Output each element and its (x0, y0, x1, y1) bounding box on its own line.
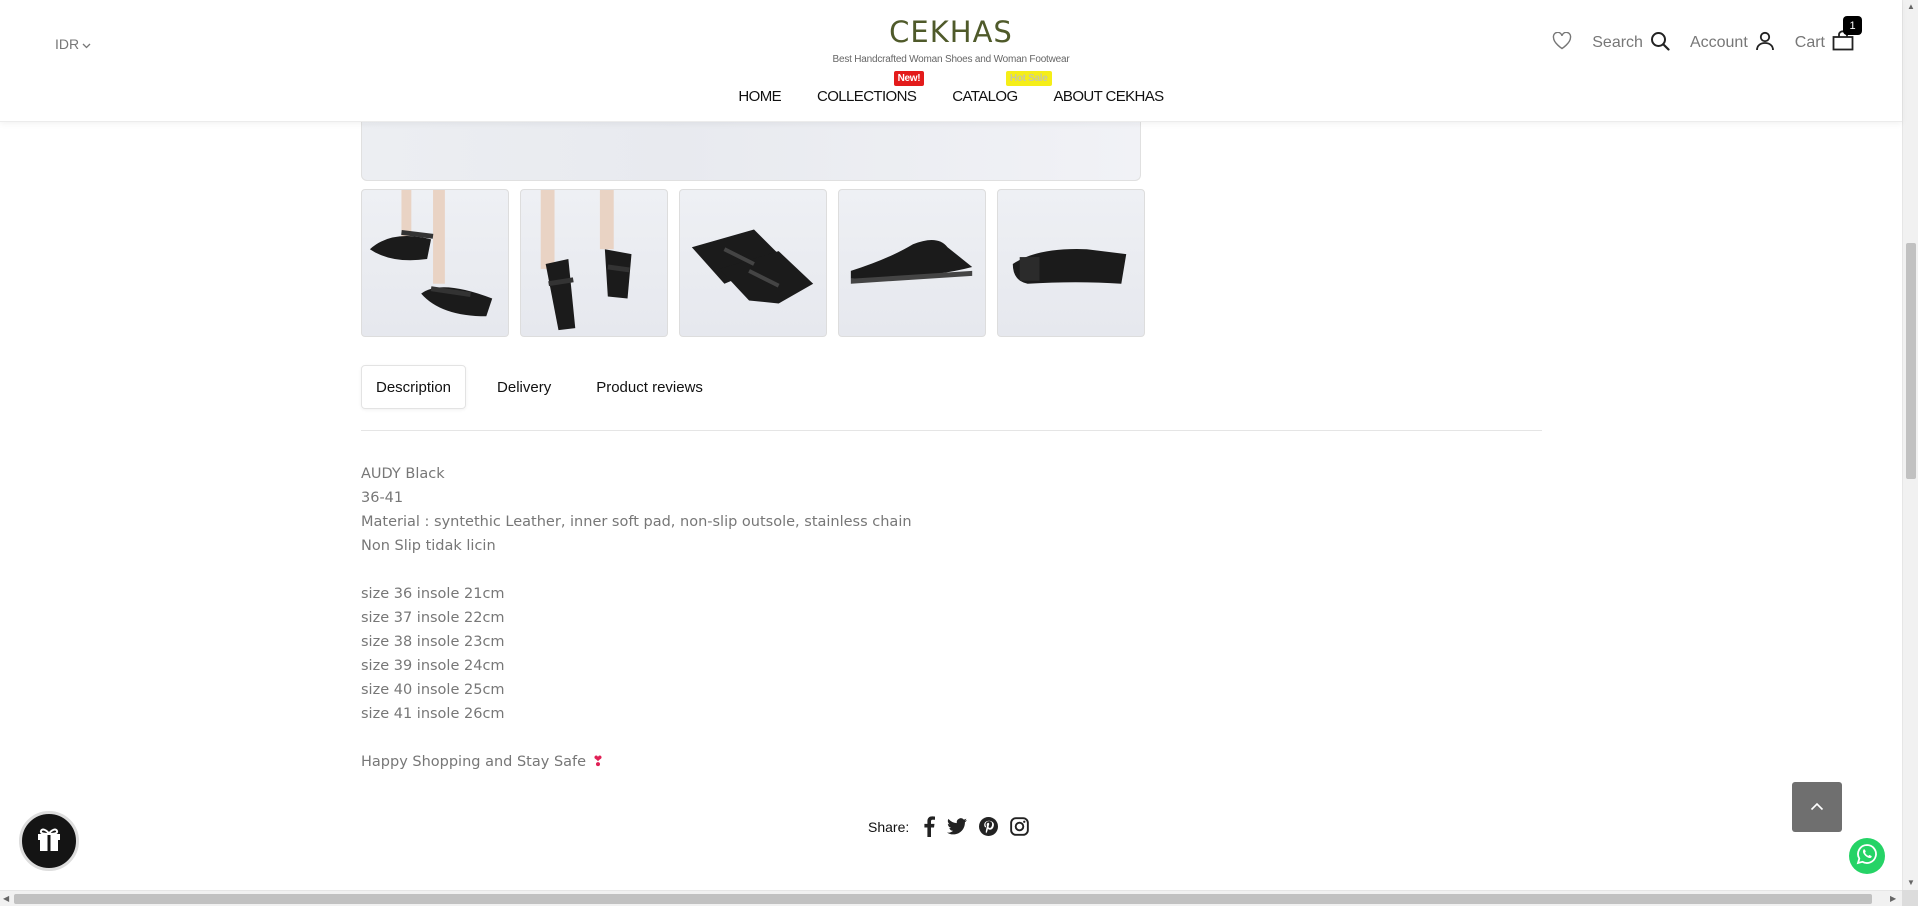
desc-line: AUDY Black (361, 466, 445, 482)
closing-text: Happy Shopping and Stay Safe (361, 754, 587, 770)
account-label: Account (1689, 34, 1748, 51)
shoe-thumbnail-image (850, 239, 973, 284)
vertical-scroll-thumb[interactable] (1906, 243, 1916, 479)
nav-about-label: ABOUT CEKHAS (1053, 88, 1165, 105)
whatsapp-chat-button[interactable] (1849, 838, 1885, 874)
tab-description[interactable]: Description (361, 365, 467, 409)
hot-sale-badge: Hot Sale (1005, 71, 1052, 86)
product-tabs: Description Delivery Product reviews (361, 365, 717, 409)
nav-about[interactable]: ABOUT CEKHAS (1036, 88, 1182, 105)
closing-line: Happy Shopping and Stay Safe ❣ (361, 750, 912, 774)
rewards-gift-button[interactable] (19, 811, 79, 871)
pinterest-icon[interactable] (979, 817, 999, 836)
scroll-right-arrow-icon[interactable]: ▶ (1890, 894, 1896, 903)
nav-collections[interactable]: COLLECTIONS New! (799, 71, 934, 105)
desc-line: Non Slip tidak licin (361, 538, 496, 554)
cart-label: Cart (1794, 34, 1825, 51)
desc-spacer (361, 726, 912, 750)
nav-collections-label: COLLECTIONS (817, 88, 917, 105)
account-button[interactable]: Account (1690, 31, 1775, 56)
new-badge: New! (893, 71, 925, 86)
desc-line: Material : syntethic Leather, inner soft… (361, 514, 912, 530)
nav-home[interactable]: HOME (720, 88, 799, 105)
thumbnail-1[interactable] (361, 189, 509, 337)
horizontal-scroll-thumb[interactable] (14, 894, 1872, 904)
facebook-icon[interactable] (923, 816, 936, 837)
back-to-top-button[interactable] (1792, 782, 1842, 832)
scrollbar-corner (1902, 890, 1918, 906)
search-button[interactable]: Search (1592, 31, 1670, 56)
size-line: size 37 insole 22cm (361, 610, 505, 626)
share-bar: Share: (868, 816, 1030, 837)
thumbnail-3[interactable] (679, 189, 827, 337)
header-actions: Search Account Cart (1552, 30, 1854, 56)
horizontal-scrollbar[interactable]: ◀ ▶ (0, 890, 1902, 906)
desc-spacer (361, 558, 912, 582)
cart-count-badge: 1 (1843, 16, 1862, 35)
scroll-left-arrow-icon[interactable]: ◀ (3, 894, 9, 903)
shoe-thumbnail-image (1012, 248, 1127, 284)
search-icon (1650, 31, 1670, 56)
size-line: size 40 insole 25cm (361, 682, 505, 698)
thumbnail-strip (361, 189, 1145, 337)
vertical-scrollbar[interactable]: ▲ ▼ (1902, 0, 1918, 890)
thumbnail-4[interactable] (838, 189, 986, 337)
product-description: AUDY Black 36-41 Material : syntethic Le… (361, 462, 912, 774)
nav-home-label: HOME (738, 88, 781, 105)
size-line: size 41 insole 26cm (361, 706, 505, 722)
wishlist-heart-icon[interactable] (1552, 31, 1572, 55)
instagram-icon[interactable] (1010, 817, 1030, 836)
site-header: IDR CEKHAS Best Handcrafted Woman Shoes … (0, 0, 1902, 122)
share-label: Share: (868, 818, 910, 835)
scroll-up-arrow-icon[interactable]: ▲ (1907, 2, 1915, 11)
shoe-thumbnail-image (540, 190, 632, 331)
nav-catalog-label: CATALOG (952, 88, 1018, 105)
tab-product-reviews[interactable]: Product reviews (582, 365, 717, 409)
chevron-up-icon (1810, 798, 1824, 816)
size-line: size 38 insole 23cm (361, 634, 505, 650)
main-nav: HOME COLLECTIONS New! CATALOG Hot Sale A… (0, 71, 1902, 105)
shoe-thumbnail-image (691, 229, 814, 304)
desc-line: 36-41 (361, 490, 404, 506)
scroll-down-arrow-icon[interactable]: ▼ (1907, 878, 1915, 887)
gift-icon (35, 825, 63, 858)
whatsapp-icon (1855, 842, 1879, 871)
size-line: size 39 insole 24cm (361, 658, 505, 674)
thumbnail-5[interactable] (997, 189, 1145, 337)
thumbnail-2[interactable] (520, 189, 668, 337)
size-line: size 36 insole 21cm (361, 586, 505, 602)
tabs-divider (361, 430, 1542, 431)
tab-delivery[interactable]: Delivery (483, 365, 565, 409)
user-icon (1755, 31, 1775, 56)
nav-catalog[interactable]: CATALOG Hot Sale (934, 71, 1052, 105)
shoe-thumbnail-image (369, 190, 493, 317)
heart-emoji-icon: ❣ (592, 754, 604, 770)
search-label: Search (1592, 34, 1643, 51)
twitter-icon[interactable] (947, 818, 968, 835)
